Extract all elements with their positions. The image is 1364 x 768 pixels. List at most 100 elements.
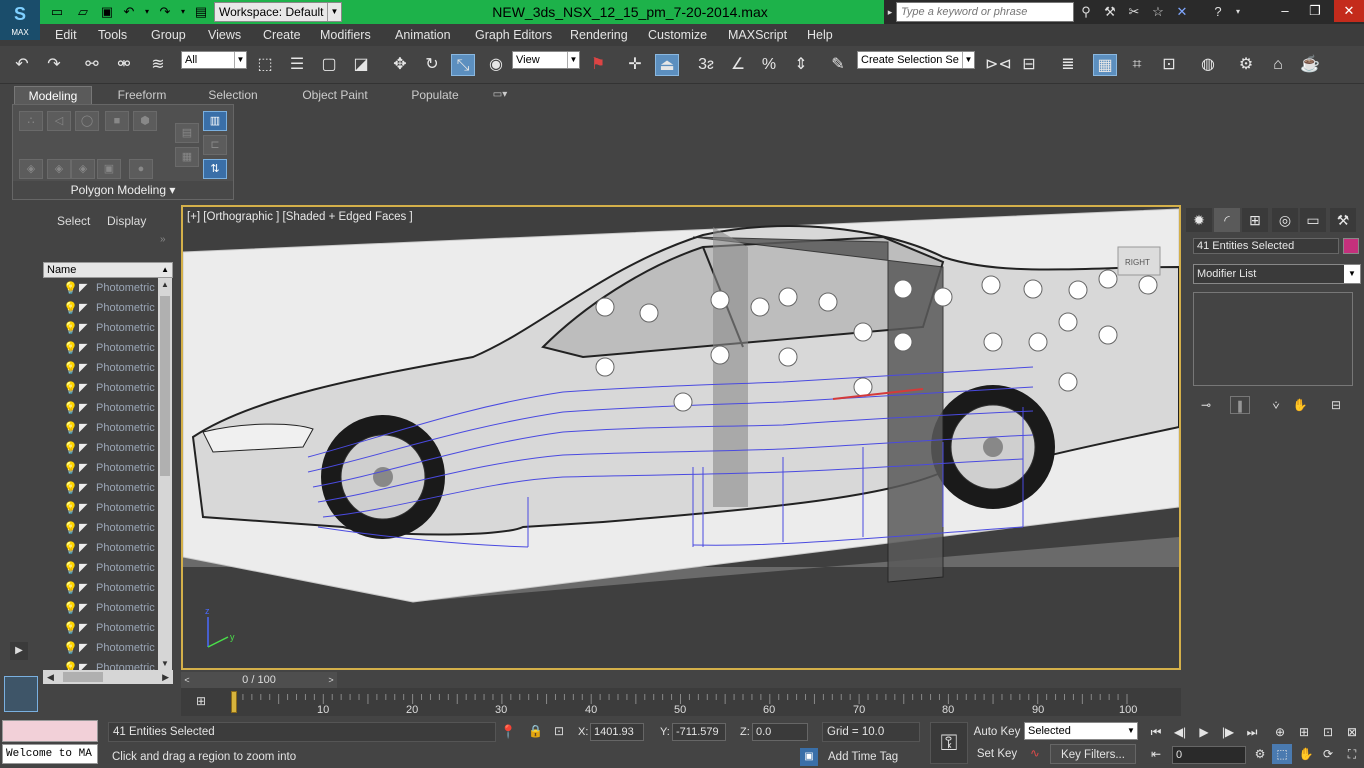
track-bar[interactable]: ⊞ 10 20 30 40 50 60 70 80 90 100 (181, 688, 1181, 716)
list-item[interactable]: 💡 ◤ Photometric (43, 378, 160, 398)
menu-customize[interactable]: Customize (648, 27, 707, 43)
align-icon[interactable]: ⊟ (1017, 54, 1041, 76)
modify-mode-icon[interactable]: ⊏ (203, 135, 227, 155)
set-key-button[interactable]: Set Key (972, 744, 1022, 764)
time-configuration-icon[interactable]: ⚙ (1250, 744, 1270, 764)
help-dropdown-icon[interactable]: ▾ (1228, 2, 1248, 22)
name-column-header[interactable]: Name ▲ (43, 262, 173, 278)
project-folder-icon[interactable]: ▤ (192, 3, 210, 21)
play-icon[interactable]: ▶ (1194, 722, 1214, 742)
list-item[interactable]: 💡 ◤ Photometric (43, 558, 160, 578)
time-slider-marker[interactable] (231, 691, 237, 713)
light-bulb-icon[interactable]: 💡 (63, 361, 78, 375)
remove-modifier-icon[interactable]: ✋ (1290, 396, 1310, 414)
light-bulb-icon[interactable]: 💡 (63, 661, 78, 670)
menu-animation[interactable]: Animation (395, 27, 451, 43)
expand-arrow-icon[interactable]: ▸ (884, 2, 896, 22)
zoom-icon[interactable]: ⊕ (1270, 722, 1290, 742)
workspace-dropdown[interactable]: Workspace: Default ▼ (214, 2, 342, 22)
show-end-result-icon[interactable]: ∥ (1230, 396, 1250, 414)
ribbon-panel-label[interactable]: Polygon Modeling ▾ (13, 181, 233, 199)
polygon-mode-icon[interactable]: ■ (105, 111, 129, 131)
light-bulb-icon[interactable]: 💡 (63, 441, 78, 455)
list-item[interactable]: 💡 ◤ Photometric (43, 518, 160, 538)
bind-to-space-warp-icon[interactable]: ≋ (146, 54, 170, 76)
next-key-icon[interactable]: |▶ (1218, 722, 1238, 742)
help-icon[interactable]: ? (1208, 2, 1228, 22)
y-coord-field[interactable]: -711.579 (672, 723, 726, 741)
render-setup-icon[interactable]: ⚙ (1234, 54, 1258, 76)
set-keys-icon[interactable]: ⚿ (930, 722, 968, 764)
viewport-label[interactable]: [+] [Orthographic ] [Shaded + Edged Face… (187, 211, 413, 223)
light-bulb-icon[interactable]: 💡 (63, 621, 78, 635)
rendered-frame-window-icon[interactable]: ⌂ (1266, 54, 1290, 76)
light-bulb-icon[interactable]: 💡 (63, 301, 78, 315)
maxscript-output[interactable]: Welcome to MA (2, 744, 98, 764)
go-to-start-icon[interactable]: ⏮ (1146, 722, 1166, 742)
edge-mode-icon[interactable]: ◁ (47, 111, 71, 131)
light-bulb-icon[interactable]: 💡 (63, 601, 78, 615)
application-button[interactable]: S MAX (0, 0, 40, 40)
menu-maxscript[interactable]: MAXScript (728, 27, 787, 43)
selection-filter-dropdown[interactable]: All ▼ (181, 51, 247, 69)
restore-button[interactable]: ❐ (1300, 0, 1330, 22)
zoom-extents-icon[interactable]: ⊡ (1318, 722, 1338, 742)
loop-selection-icon[interactable]: ▣ (97, 159, 121, 179)
soft-selection-icon[interactable]: ● (129, 159, 153, 179)
undo-icon[interactable]: ↶ (120, 3, 138, 21)
list-item[interactable]: 💡 ◤ Photometric (43, 458, 160, 478)
list-item[interactable]: 💡 ◤ Photometric (43, 418, 160, 438)
pivot-point-center-icon[interactable]: ⚑ (586, 54, 610, 76)
list-item[interactable]: 💡 ◤ Photometric (43, 398, 160, 418)
list-item[interactable]: 💡 ◤ Photometric (43, 658, 160, 670)
explorer-tab-select[interactable]: Select (57, 214, 90, 228)
maximize-viewport-icon[interactable]: ⛶ (1342, 744, 1362, 764)
add-time-tag-button[interactable]: Add Time Tag (822, 748, 920, 766)
next-frame-icon[interactable]: > (325, 672, 337, 688)
light-bulb-icon[interactable]: 💡 (63, 321, 78, 335)
modifier-list-dropdown[interactable]: Modifier List ▼ (1193, 264, 1361, 284)
collapse-stack-icon[interactable]: ▤ (175, 123, 199, 143)
list-item[interactable]: 💡 ◤ Photometric (43, 298, 160, 318)
object-color-swatch[interactable] (1343, 238, 1359, 254)
absolute-mode-icon[interactable]: ⊡ (554, 724, 564, 738)
explorer-tab-display[interactable]: Display (107, 214, 146, 228)
list-item[interactable]: 💡 ◤ Photometric (43, 438, 160, 458)
unlink-selection-icon[interactable]: ⚮ (112, 54, 136, 76)
key-mode-toggle-icon[interactable]: ⇤ (1146, 744, 1166, 764)
open-file-icon[interactable]: ▱ (74, 3, 92, 21)
redo-dropdown-icon[interactable]: ▾ (174, 3, 192, 21)
tab-freeform[interactable]: Freeform (106, 86, 178, 104)
window-crossing-icon[interactable]: ◪ (349, 54, 373, 76)
zoom-extents-all-icon[interactable]: ⊠ (1342, 722, 1362, 742)
menu-edit[interactable]: Edit (55, 27, 77, 43)
rectangular-selection-icon[interactable]: ▢ (317, 54, 341, 76)
list-item[interactable]: 💡 ◤ Photometric (43, 498, 160, 518)
graphite-modeling-tools-icon[interactable]: ⌗ (1125, 54, 1149, 76)
tab-selection[interactable]: Selection (196, 86, 270, 104)
time-tag-icon[interactable]: ▣ (800, 748, 818, 766)
pan-view-icon[interactable]: ✋ (1296, 744, 1316, 764)
create-tab-icon[interactable]: ✹ (1186, 208, 1212, 232)
list-item[interactable]: 💡 ◤ Photometric (43, 278, 160, 298)
ribbon-options-icon[interactable]: ▭▾ (486, 86, 514, 104)
list-item[interactable]: 💡 ◤ Photometric (43, 358, 160, 378)
expand-explorer-icon[interactable]: ▶ (10, 642, 28, 660)
favorites-star-icon[interactable]: ☆ (1148, 2, 1168, 22)
menu-graph-editors[interactable]: Graph Editors (475, 27, 552, 43)
list-item[interactable]: 💡 ◤ Photometric (43, 338, 160, 358)
menu-create[interactable]: Create (263, 27, 301, 43)
open-mini-curve-editor-icon[interactable]: ⊞ (191, 694, 211, 710)
menu-modifiers[interactable]: Modifiers (320, 27, 371, 43)
search-input[interactable] (896, 2, 1074, 22)
reference-coordinate-dropdown[interactable]: View ▼ (512, 51, 580, 69)
light-bulb-icon[interactable]: 💡 (63, 501, 78, 515)
tab-modeling[interactable]: Modeling (14, 86, 92, 104)
close-button[interactable]: ✕ (1334, 0, 1364, 22)
light-bulb-icon[interactable]: 💡 (63, 561, 78, 575)
current-frame-field[interactable]: 0 (1172, 746, 1246, 764)
auto-key-button[interactable]: Auto Key (972, 722, 1022, 742)
subscription-icon[interactable]: ⚒ (1100, 2, 1120, 22)
key-filters-button[interactable]: Key Filters... (1050, 744, 1136, 764)
utilities-tab-icon[interactable]: ⚒ (1330, 208, 1356, 232)
